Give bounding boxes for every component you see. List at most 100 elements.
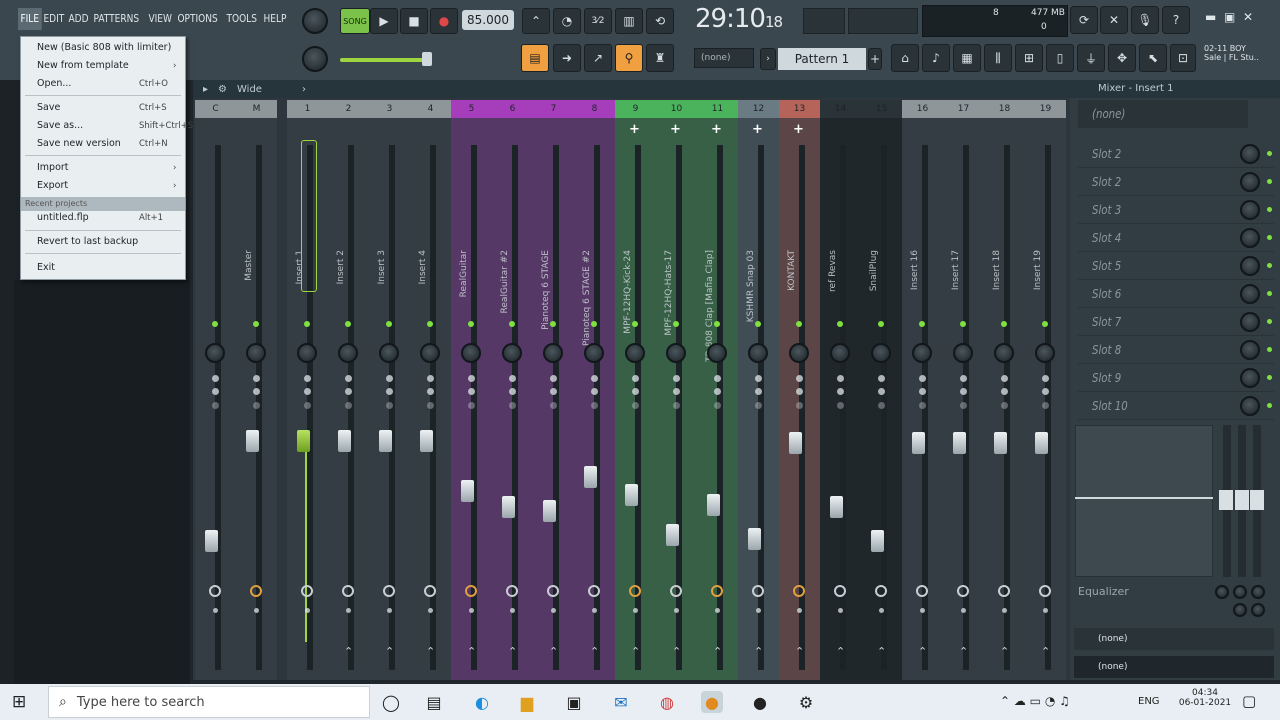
send-arrow-icon[interactable]: ⌃ [877, 645, 886, 658]
mixer-strip[interactable]: 11 + TR-808 Clap [Mafia Clap] ⌃ [697, 100, 738, 680]
record-arm-dot[interactable] [428, 608, 433, 613]
restore-icon[interactable]: ▣ [1224, 10, 1235, 24]
volume-fader[interactable] [1035, 432, 1048, 454]
record-arm-dot[interactable] [633, 608, 638, 613]
stereo-separation-dot[interactable] [591, 402, 598, 409]
news-panel[interactable]: 02-11 BOY Sale | FL Stu.. [1200, 44, 1278, 72]
menu-view[interactable]: VIEW [146, 8, 174, 30]
stereo-separation-dot[interactable] [427, 388, 434, 395]
mixer-strip[interactable]: 18 Insert 18 ⌃ [984, 100, 1025, 680]
eq-knob[interactable] [1233, 585, 1247, 599]
piano-roll-button[interactable]: ♪ [922, 44, 950, 72]
mixer-strip[interactable]: 12 + KSHMR Snap 03 ⌃ [738, 100, 779, 680]
strip-name[interactable]: Insert 3 [377, 250, 387, 284]
send-arrow-icon[interactable]: ⌃ [918, 645, 927, 658]
stereo-separation-dot[interactable] [304, 375, 311, 382]
mute-led[interactable] [673, 321, 679, 327]
slot-mix-knob[interactable] [1240, 227, 1260, 248]
stereo-separation-dot[interactable] [673, 375, 680, 382]
close-icon[interactable]: ✕ [1243, 10, 1253, 24]
eq-knob[interactable] [1251, 603, 1265, 617]
countdown-button[interactable]: 3⁄2 [584, 8, 612, 34]
strip-name[interactable]: RealGuitar #2 [500, 250, 510, 313]
stereo-separation-dot[interactable] [632, 388, 639, 395]
effect-slot[interactable]: Slot 8 [1078, 336, 1274, 364]
route-button[interactable] [383, 585, 395, 597]
slot-enable-led[interactable] [1267, 179, 1272, 184]
strip-name[interactable]: Pianoteq 6 STAGE #2 [582, 250, 592, 346]
pan-knob[interactable] [461, 343, 481, 363]
menu-tools[interactable]: TOOLS [224, 8, 259, 30]
mixer-strip[interactable]: 3 Insert 3 ⌃ [369, 100, 410, 680]
stereo-separation-dot[interactable] [673, 402, 680, 409]
strip-name[interactable]: MPF-12HQ-Kick-24 [623, 250, 633, 334]
minimize-icon[interactable]: ▬ [1205, 10, 1216, 24]
effect-slot[interactable]: Slot 4 [1078, 224, 1274, 252]
stereo-separation-dot[interactable] [427, 375, 434, 382]
slot-enable-led[interactable] [1267, 319, 1272, 324]
stereo-separation-dot[interactable] [632, 375, 639, 382]
plugin-picker-button[interactable]: ✥ [1108, 44, 1136, 72]
route-button[interactable] [301, 585, 313, 597]
stereo-separation-dot[interactable] [345, 402, 352, 409]
menu-options[interactable]: OPTIONS [175, 8, 220, 30]
pan-knob[interactable] [625, 343, 645, 363]
route-button[interactable] [916, 585, 928, 597]
pan-knob[interactable] [246, 343, 266, 363]
menu-help[interactable]: HELP [261, 8, 289, 30]
mixer-strip[interactable]: 17 Insert 17 ⌃ [943, 100, 984, 680]
route-button[interactable] [424, 585, 436, 597]
app-icon[interactable]: ● [749, 691, 771, 713]
stereo-separation-dot[interactable] [878, 388, 885, 395]
stereo-separation-dot[interactable] [468, 402, 475, 409]
stereo-separation-dot[interactable] [591, 375, 598, 382]
route-button[interactable] [752, 585, 764, 597]
stereo-separation-dot[interactable] [673, 388, 680, 395]
mute-led[interactable] [509, 321, 515, 327]
send-arrow-icon[interactable]: ⌃ [672, 645, 681, 658]
mixer-button[interactable]: ⫼ [984, 44, 1012, 72]
file-menu-item[interactable]: Revert to last backup [37, 235, 138, 249]
mixer-strip[interactable]: 10 + MPF-12HQ-Hats-17 ⌃ [656, 100, 697, 680]
refresh-button[interactable]: ⟳ [1070, 6, 1098, 34]
volume-fader[interactable] [830, 496, 843, 518]
send-arrow-icon[interactable]: ⌃ [549, 645, 558, 658]
play-button[interactable]: ▶ [370, 8, 398, 34]
record-arm-dot[interactable] [1002, 608, 1007, 613]
route-button[interactable] [711, 585, 723, 597]
stereo-separation-dot[interactable] [1001, 375, 1008, 382]
mute-led[interactable] [796, 321, 802, 327]
channel-rack-button[interactable]: ▦ [953, 44, 981, 72]
mute-led[interactable] [960, 321, 966, 327]
file-menu-item[interactable]: New (Basic 808 with limiter) [37, 41, 171, 55]
stereo-separation-dot[interactable] [837, 375, 844, 382]
volume-fader[interactable] [666, 524, 679, 546]
tools-button[interactable]: ✕ [1100, 6, 1128, 34]
stereo-separation-dot[interactable] [960, 375, 967, 382]
file-menu-item[interactable]: Save as... Shift+Ctrl+S [37, 119, 193, 133]
mute-led[interactable] [550, 321, 556, 327]
slot-mix-knob[interactable] [1240, 255, 1260, 276]
strip-name[interactable]: Insert 2 [336, 250, 346, 284]
route-button[interactable] [875, 585, 887, 597]
chrome-icon[interactable]: ◍ [656, 691, 678, 713]
plus-icon[interactable]: + [752, 122, 763, 137]
pan-knob[interactable] [871, 343, 891, 363]
stereo-separation-dot[interactable] [509, 388, 516, 395]
playlist-button[interactable]: ▤ [521, 44, 549, 72]
volume-fader[interactable] [707, 494, 720, 516]
send-arrow-icon[interactable]: ⌃ [795, 645, 804, 658]
mixer-strip[interactable]: 5 RealGuitar ⌃ [451, 100, 492, 680]
slot-mix-knob[interactable] [1240, 367, 1260, 388]
pan-knob[interactable] [953, 343, 973, 363]
mixer-strip[interactable]: 14 ref Revas ⌃ [820, 100, 861, 680]
route-button[interactable] [342, 585, 354, 597]
mixer-strip[interactable]: 15 SnailPlug ⌃ [861, 100, 902, 680]
stereo-separation-dot[interactable] [427, 402, 434, 409]
help-button[interactable]: ? [1162, 6, 1190, 34]
mute-led[interactable] [212, 321, 218, 327]
stereo-separation-dot[interactable] [212, 388, 219, 395]
route-button[interactable] [834, 585, 846, 597]
record-arm-dot[interactable] [961, 608, 966, 613]
plus-icon[interactable]: + [670, 122, 681, 137]
